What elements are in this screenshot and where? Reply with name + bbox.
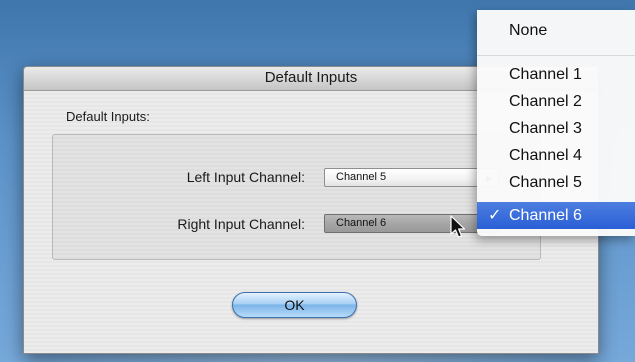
menu-item-label: Channel 2 [509, 93, 582, 110]
menu-item-none[interactable]: None [477, 17, 635, 44]
menu-item-channel-5[interactable]: Channel 5 [477, 169, 635, 196]
menu-item-channel-6[interactable]: ✓ Channel 6 [477, 202, 635, 229]
left-input-label: Left Input Channel: [186, 169, 305, 185]
mouse-pointer-icon [450, 215, 466, 238]
menu-item-label: Channel 6 [509, 207, 582, 224]
menu-item-label: Channel 3 [509, 120, 582, 137]
menu-item-label: Channel 1 [509, 66, 582, 83]
group-label: Default Inputs: [66, 109, 150, 124]
ok-button[interactable]: OK [232, 292, 357, 318]
left-input-channel-popup[interactable]: Channel 5 [324, 168, 499, 187]
checkmark-icon: ✓ [488, 207, 502, 224]
menu-item-label: Channel 4 [509, 147, 582, 164]
left-input-channel-value: Channel 5 [336, 171, 387, 183]
inputs-group-box: Left Input Channel: Channel 5 Right Inpu… [52, 134, 541, 260]
menu-item-channel-3[interactable]: Channel 3 [477, 115, 635, 142]
menu-item-label: Channel 5 [509, 174, 582, 191]
right-input-label: Right Input Channel: [177, 216, 305, 232]
menu-item-channel-4[interactable]: Channel 4 [477, 142, 635, 169]
menu-item-label: None [509, 22, 548, 39]
menu-item-channel-2[interactable]: Channel 2 [477, 88, 635, 115]
right-input-channel-value: Channel 6 [336, 217, 387, 229]
channel-popup-menu: None Channel 1 Channel 2 Channel 3 Chann… [477, 10, 635, 236]
menu-item-channel-1[interactable]: Channel 1 [477, 61, 635, 88]
right-input-channel-popup[interactable]: Channel 6 [324, 214, 499, 233]
menu-separator [477, 55, 635, 56]
